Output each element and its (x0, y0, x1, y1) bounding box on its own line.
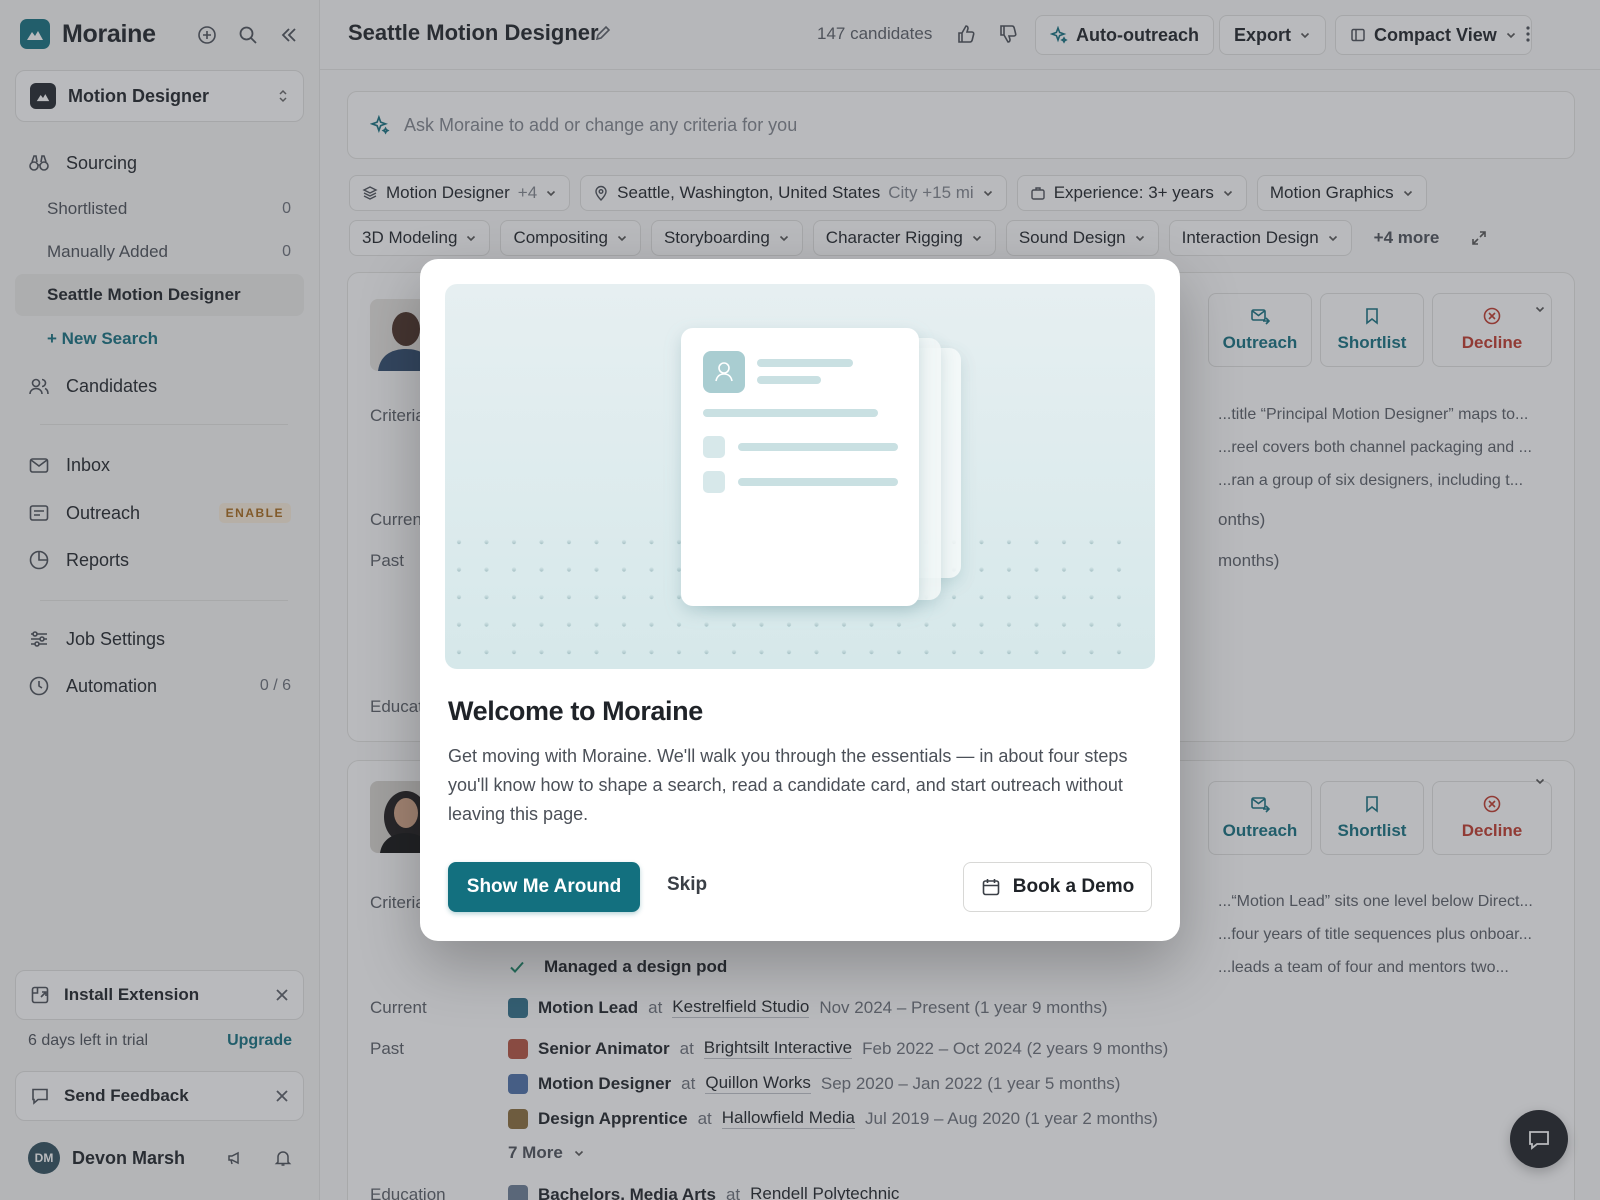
show-me-around-button[interactable]: Show Me Around (448, 862, 640, 912)
skip-button[interactable]: Skip (667, 874, 707, 896)
welcome-modal: Welcome to Moraine Get moving with Morai… (420, 259, 1180, 941)
modal-title: Welcome to Moraine (448, 696, 703, 726)
book-demo-button[interactable]: Book a Demo (963, 862, 1152, 912)
calendar-icon (981, 877, 1001, 897)
book-demo-label: Book a Demo (1012, 876, 1135, 897)
modal-body: Get moving with Moraine. We'll walk you … (448, 746, 1128, 824)
welcome-illustration (445, 284, 1155, 669)
